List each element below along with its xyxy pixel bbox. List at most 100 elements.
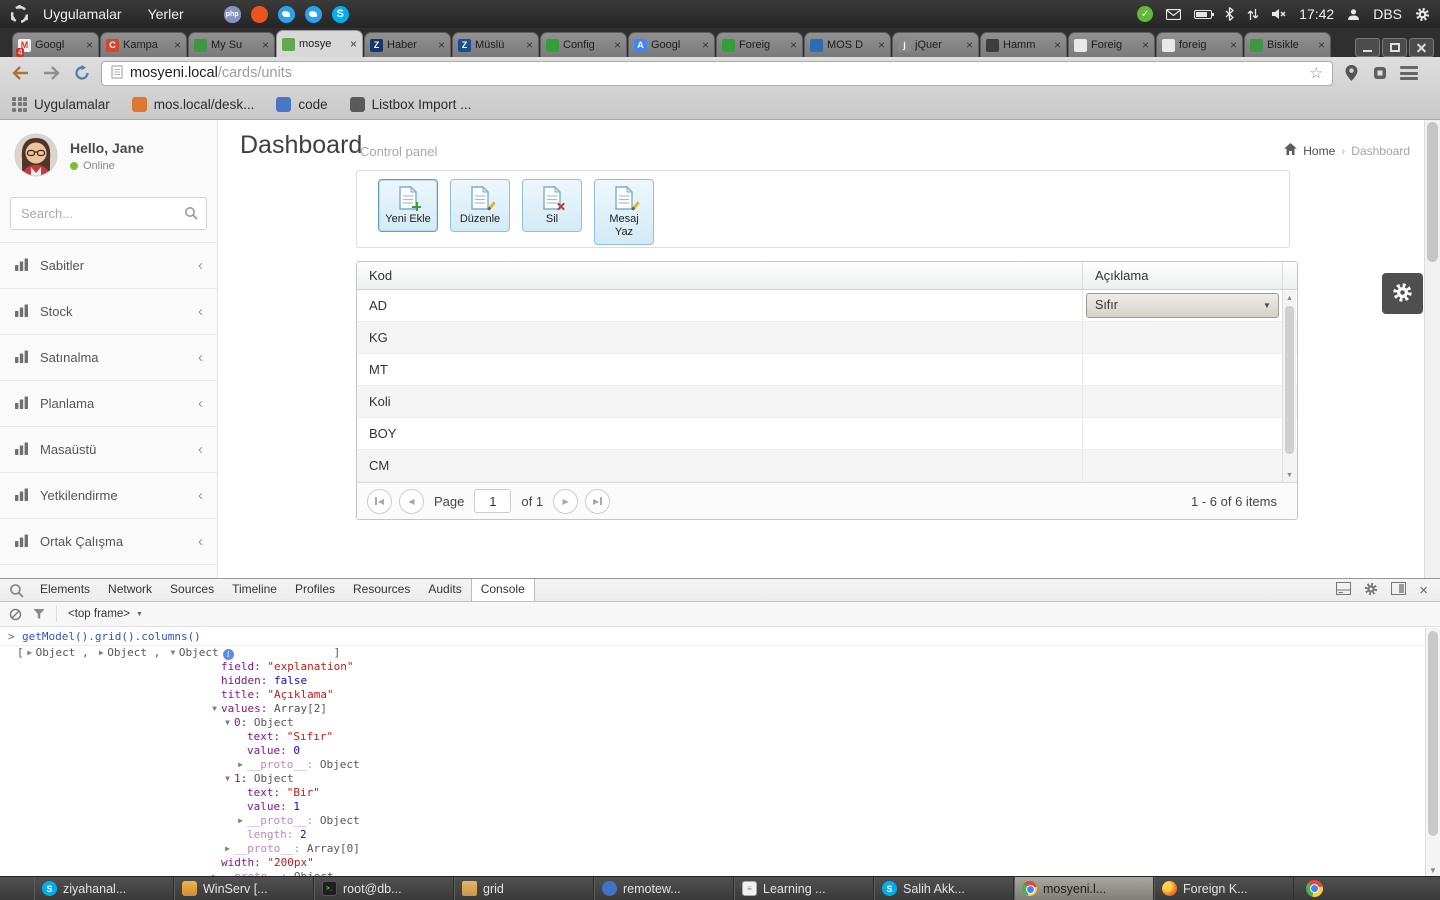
browser-tab[interactable]: Hamm × bbox=[980, 32, 1067, 57]
bookmark-item[interactable]: Uygulamalar bbox=[12, 96, 110, 112]
tab-close-icon[interactable]: × bbox=[526, 39, 533, 51]
applications-menu[interactable]: Uygulamalar bbox=[43, 6, 122, 22]
tab-close-icon[interactable]: × bbox=[438, 39, 445, 51]
window-restore-button[interactable] bbox=[1382, 38, 1407, 57]
bluetooth-icon[interactable] bbox=[1225, 7, 1235, 21]
tab-close-icon[interactable]: × bbox=[1318, 39, 1325, 51]
console-tree-line[interactable]: ▶ __proto__: Array[0] bbox=[0, 842, 1440, 856]
browser-tab[interactable]: Foreig × bbox=[1068, 32, 1155, 57]
console-tree-line[interactable]: hidden: false bbox=[0, 674, 1440, 688]
tab-close-icon[interactable]: × bbox=[966, 39, 973, 51]
network-arrows-icon[interactable] bbox=[1247, 8, 1259, 21]
browser-tab[interactable]: Z Müslü × bbox=[452, 32, 539, 57]
twitter-indicator-icon[interactable] bbox=[304, 5, 322, 23]
table-row[interactable]: AD Sıfır ▼ bbox=[357, 290, 1297, 322]
prev-page-button[interactable]: ◀ bbox=[399, 488, 424, 514]
bookmark-star-icon[interactable]: ☆ bbox=[1310, 64, 1323, 82]
console-scrollbar[interactable]: ▼ bbox=[1425, 628, 1440, 876]
scroll-down-icon[interactable]: ▼ bbox=[1283, 469, 1296, 482]
settings-gear-button[interactable] bbox=[1382, 273, 1423, 314]
table-row[interactable]: KG bbox=[357, 322, 1297, 354]
console-tree-line[interactable]: width: "200px" bbox=[0, 856, 1440, 870]
mail-icon[interactable] bbox=[1166, 8, 1182, 20]
taskbar-item-foreign-k[interactable]: Foreign K... bbox=[1154, 877, 1294, 900]
table-row[interactable]: CM bbox=[357, 450, 1297, 482]
sil-button[interactable]: Sil bbox=[522, 179, 582, 233]
taskbar-item-grid[interactable]: grid bbox=[454, 877, 594, 900]
taskbar-item-mosyeni-l[interactable]: mosyeni.l... bbox=[1014, 877, 1154, 900]
browser-tab[interactable]: j jQuer × bbox=[892, 32, 979, 57]
grid-scrollbar[interactable]: ▲ ▼ bbox=[1282, 291, 1296, 483]
devtools-tab-elements[interactable]: Elements bbox=[31, 579, 99, 601]
volume-muted-icon[interactable] bbox=[1272, 8, 1286, 20]
browser-tab[interactable]: Foreig × bbox=[716, 32, 803, 57]
tab-close-icon[interactable]: × bbox=[1142, 39, 1149, 51]
tab-close-icon[interactable]: × bbox=[1230, 39, 1237, 51]
session-user-label[interactable]: DBS bbox=[1373, 6, 1402, 22]
inspect-element-icon[interactable] bbox=[9, 583, 24, 598]
address-bar[interactable]: mosyeni.local/cards/units ☆ bbox=[101, 60, 1333, 86]
tab-close-icon[interactable]: × bbox=[702, 39, 709, 51]
mesaj-yaz-button[interactable]: Mesaj Yaz bbox=[594, 179, 654, 246]
frame-context-select[interactable]: <top frame> ▼ bbox=[68, 608, 143, 620]
dock-side-icon[interactable] bbox=[1391, 582, 1407, 598]
browser-tab[interactable]: mosye × bbox=[276, 30, 363, 57]
disclosure-collapsed-icon[interactable]: ▶ bbox=[234, 814, 247, 828]
disclosure-expanded-icon[interactable]: ▼ bbox=[208, 702, 221, 716]
tab-close-icon[interactable]: × bbox=[878, 39, 885, 51]
places-menu[interactable]: Yerler bbox=[148, 6, 184, 22]
disclosure-collapsed-icon[interactable]: ▶ bbox=[24, 646, 36, 660]
column-header-aciklama[interactable]: Açıklama bbox=[1083, 262, 1283, 289]
disclosure-collapsed-icon[interactable]: ▶ bbox=[221, 842, 234, 856]
devtools-tab-resources[interactable]: Resources bbox=[344, 579, 419, 601]
tab-close-icon[interactable]: × bbox=[1054, 39, 1061, 51]
console-tree-line[interactable]: field: "explanation" bbox=[0, 660, 1440, 674]
forward-button[interactable] bbox=[39, 61, 63, 85]
php-indicator-icon[interactable]: php bbox=[223, 5, 241, 23]
devtools-close-icon[interactable]: × bbox=[1419, 583, 1428, 598]
table-row[interactable]: Koli bbox=[357, 386, 1297, 418]
console-tree-line[interactable]: length: 2 bbox=[0, 828, 1440, 842]
taskbar-item-salih-akk[interactable]: S Salih Akk... bbox=[874, 877, 1014, 900]
page-number-input[interactable] bbox=[474, 489, 512, 513]
browser-tab[interactable]: Z Haber × bbox=[364, 32, 451, 57]
console-tree-line[interactable]: value: 1 bbox=[0, 800, 1440, 814]
devtools-tab-timeline[interactable]: Timeline bbox=[223, 579, 286, 601]
extension-icon[interactable] bbox=[1369, 62, 1391, 84]
console-tree-line[interactable]: title: "Açıklama" bbox=[0, 688, 1440, 702]
browser-tab[interactable]: foreig × bbox=[1156, 32, 1243, 57]
taskbar-item-root-db[interactable]: >_ root@db... bbox=[314, 877, 454, 900]
tab-close-icon[interactable]: × bbox=[86, 39, 93, 51]
console-tree-line[interactable]: ▶__proto__: Object bbox=[0, 814, 1440, 828]
sidebar-item-stock[interactable]: Stock ‹ bbox=[0, 288, 217, 334]
disclosure-expanded-icon[interactable]: ▼ bbox=[221, 772, 234, 786]
taskbar-item-learning[interactable]: ≡ Learning ... bbox=[734, 877, 874, 900]
page-scrollbar[interactable] bbox=[1424, 120, 1440, 578]
scrollbar-thumb[interactable] bbox=[1285, 306, 1294, 454]
pin-extension-icon[interactable] bbox=[1340, 62, 1362, 84]
scroll-down-icon[interactable]: ▼ bbox=[1426, 866, 1440, 875]
sidebar-item-sat-nalma[interactable]: Satınalma ‹ bbox=[0, 334, 217, 380]
avatar[interactable] bbox=[14, 133, 58, 180]
browser-tab[interactable]: M 4 Googl × bbox=[12, 32, 99, 57]
update-indicator-icon[interactable] bbox=[250, 5, 268, 23]
tab-close-icon[interactable]: × bbox=[614, 39, 621, 51]
back-button[interactable] bbox=[8, 61, 32, 85]
console-tree-line[interactable]: value: 0 bbox=[0, 744, 1440, 758]
bookmark-item[interactable]: code bbox=[276, 96, 328, 112]
disclosure-collapsed-icon[interactable]: ▶ bbox=[95, 646, 107, 660]
disclosure-expanded-icon[interactable]: ▼ bbox=[221, 716, 234, 730]
d-zenle-button[interactable]: Düzenle bbox=[450, 179, 510, 233]
sidebar-item-ortak-al-ma[interactable]: Ortak Çalışma ‹ bbox=[0, 518, 217, 564]
twitter-indicator-icon[interactable] bbox=[277, 5, 295, 23]
disclosure-expanded-icon[interactable]: ▼ bbox=[167, 646, 179, 660]
tab-close-icon[interactable]: × bbox=[350, 38, 357, 50]
taskbar-item-ziyahanal[interactable]: Sziyahanal... bbox=[34, 877, 174, 900]
taskbar-item-winserv[interactable]: WinServ [... bbox=[174, 877, 314, 900]
browser-tab[interactable]: MOS D × bbox=[804, 32, 891, 57]
scrollbar-thumb[interactable] bbox=[1428, 631, 1438, 836]
devtools-tab-console[interactable]: Console bbox=[470, 579, 535, 601]
window-close-button[interactable] bbox=[1409, 38, 1434, 57]
console-tree-line[interactable]: ▼ 0: Object bbox=[0, 716, 1440, 730]
dropdown-arrow-icon[interactable]: ▼ bbox=[1256, 290, 1278, 321]
